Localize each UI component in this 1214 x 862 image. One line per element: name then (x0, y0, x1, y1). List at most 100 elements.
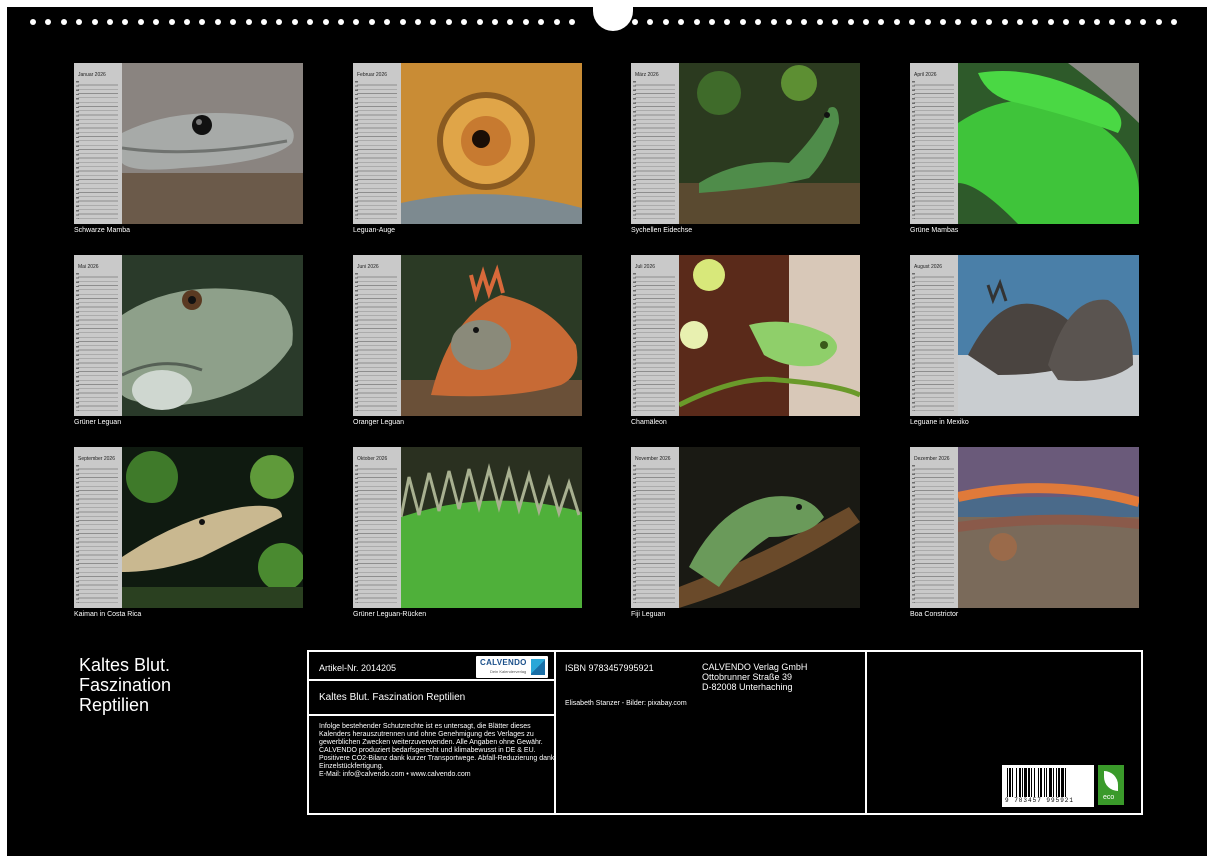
month-sheet: Dezember 2026 (910, 447, 1139, 608)
binding-hole (76, 19, 83, 25)
month-sheet: März 2026 (631, 63, 860, 224)
calendar-strip: Dezember 2026 (910, 447, 958, 608)
barcode-bar (1034, 768, 1035, 797)
binding-hole (847, 19, 854, 25)
calvendo-logo: CALVENDO Dein Kalenderverlag (476, 656, 548, 678)
publisher-address: CALVENDO Verlag GmbH Ottobrunner Straße … (702, 662, 807, 692)
photo-caption: Kaiman in Costa Rica (74, 611, 142, 618)
binding-hole (1017, 19, 1023, 25)
logo-subtitle: Dein Kalenderverlag (490, 669, 527, 674)
month-label: September 2026 (78, 456, 115, 462)
iguana-eye-photo (401, 63, 582, 224)
binding-hole (445, 19, 452, 25)
binding-hole (662, 19, 669, 25)
barcode-bar (1016, 768, 1017, 797)
month-label: Januar 2026 (78, 72, 106, 78)
binding-hole (924, 19, 931, 25)
green-lizard-photo (679, 63, 860, 224)
barcode-number: 9 783457 995921 (1005, 797, 1075, 804)
binding-hole (122, 19, 129, 25)
binding-hole (863, 19, 869, 25)
isbn: ISBN 9783457995921 (565, 663, 654, 673)
binding-hole (724, 19, 731, 25)
binding-hole (338, 19, 344, 25)
binding-hole (168, 19, 175, 25)
binding-hole (1078, 19, 1085, 25)
month-sheet: Oktober 2026 (353, 447, 582, 608)
barcode-bar (1024, 768, 1027, 797)
binding-hole (384, 19, 391, 25)
calendar-strip: Juli 2026 (631, 255, 679, 416)
green-mambas-photo (958, 63, 1139, 224)
green-iguana-head-photo (122, 255, 303, 416)
binding-hole (153, 19, 160, 25)
month-sheet: Juli 2026 (631, 255, 860, 416)
binding-hole (1124, 19, 1131, 25)
binding-hole (770, 19, 777, 25)
binding-hole (801, 19, 808, 25)
binding-hole (538, 19, 545, 25)
binding-hole (353, 19, 360, 25)
product-title: Kaltes Blut. Faszination Reptilien (319, 692, 466, 703)
binding-hole (461, 19, 468, 25)
calendar-strip: September 2026 (74, 447, 122, 608)
month-sheet: Februar 2026 (353, 63, 582, 224)
month-sheet: Juni 2026 (353, 255, 582, 416)
binding-hole (91, 19, 98, 25)
binding-hole (816, 19, 823, 25)
binding-hole (909, 19, 916, 25)
barcode-bar (1046, 768, 1047, 797)
legal-notice: Infolge bestehender Schutzrechte ist es … (319, 723, 555, 779)
month-sheet: Mai 2026 (74, 255, 303, 416)
day-lines (914, 465, 954, 603)
boa-constrictor-photo (958, 447, 1139, 608)
iguanas-on-rock-photo (958, 255, 1139, 416)
month-tile: Dezember 2026 Boa Constrictor (910, 447, 1139, 624)
binding-hole (832, 19, 839, 25)
month-tile: November 2026 Fiji Leguan (631, 447, 860, 624)
binding-hole (1032, 19, 1039, 25)
binding-hole (693, 19, 700, 25)
month-label: März 2026 (635, 72, 659, 78)
binding-hole (709, 19, 715, 25)
credits: Elisabeth Stanzer - Bilder: pixabay.com (565, 700, 687, 707)
divider (309, 714, 554, 716)
binding-hole (137, 19, 144, 25)
photo-caption: Grüne Mambas (910, 227, 959, 234)
title-line: Kaltes Blut. (79, 655, 171, 675)
binding-hole (1171, 19, 1177, 25)
binding-hole (492, 19, 498, 25)
month-label: Februar 2026 (357, 72, 388, 78)
photo-caption: Chamäleon (631, 419, 667, 426)
month-label: Juli 2026 (635, 264, 656, 270)
barcode-bar (1012, 768, 1013, 797)
binding-hole (678, 19, 685, 25)
fiji-iguana-photo (679, 447, 860, 608)
calendar-strip: März 2026 (631, 63, 679, 224)
photo-caption: Leguan-Auge (353, 227, 396, 234)
binding-hole (647, 19, 654, 25)
binding-hole (893, 19, 900, 25)
calendar-strip: Juni 2026 (353, 255, 401, 416)
binding-hole (399, 19, 406, 25)
product-info-box: Artikel-Nr. 2014205 CALVENDO Dein Kalend… (307, 650, 1143, 815)
divider (865, 652, 867, 813)
binding-hole (60, 19, 67, 25)
calendar-title: Kaltes Blut. Faszination Reptilien (79, 655, 171, 715)
binding-hole (107, 19, 113, 25)
binding-hole (199, 19, 206, 25)
iguana-back-photo (401, 447, 582, 608)
barcode-bar (1040, 768, 1042, 797)
day-lines (914, 273, 954, 411)
binding-hole (368, 19, 375, 25)
binding-hole (276, 19, 283, 25)
calendar-strip: Februar 2026 (353, 63, 401, 224)
logo-brand: CALVENDO (480, 658, 527, 667)
barcode-bar (1028, 768, 1030, 797)
legal-text: Infolge bestehender Schutzrechte ist es … (319, 723, 555, 770)
photo-caption: Leguane in Mexiko (910, 419, 969, 426)
binding-hole (476, 19, 483, 25)
orange-iguana-photo (401, 255, 582, 416)
month-tile: Februar 2026 Leguan-Auge (353, 63, 582, 240)
month-sheet: September 2026 (74, 447, 303, 608)
